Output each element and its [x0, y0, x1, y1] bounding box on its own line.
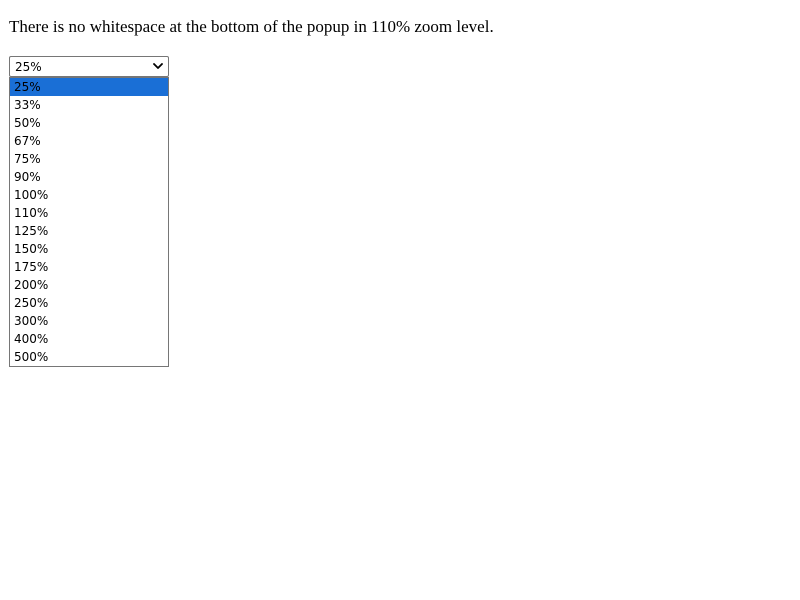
zoom-select-value: 25%: [15, 60, 42, 74]
page-heading: There is no whitespace at the bottom of …: [9, 17, 494, 36]
dropdown-option-300[interactable]: 300%: [10, 312, 168, 330]
dropdown-option-150[interactable]: 150%: [10, 240, 168, 258]
dropdown-option-100[interactable]: 100%: [10, 186, 168, 204]
dropdown-option-25[interactable]: 25%: [10, 78, 168, 96]
zoom-select[interactable]: 25%: [9, 56, 169, 77]
dropdown-option-67[interactable]: 67%: [10, 132, 168, 150]
dropdown-option-50[interactable]: 50%: [10, 114, 168, 132]
zoom-dropdown-list: 25% 33% 50% 67% 75% 90% 100% 110% 125% 1…: [9, 77, 169, 367]
dropdown-option-250[interactable]: 250%: [10, 294, 168, 312]
dropdown-option-200[interactable]: 200%: [10, 276, 168, 294]
dropdown-option-110[interactable]: 110%: [10, 204, 168, 222]
dropdown-option-75[interactable]: 75%: [10, 150, 168, 168]
dropdown-option-400[interactable]: 400%: [10, 330, 168, 348]
dropdown-option-90[interactable]: 90%: [10, 168, 168, 186]
dropdown-option-175[interactable]: 175%: [10, 258, 168, 276]
dropdown-option-33[interactable]: 33%: [10, 96, 168, 114]
dropdown-option-125[interactable]: 125%: [10, 222, 168, 240]
chevron-down-icon: [153, 63, 163, 69]
dropdown-option-500[interactable]: 500%: [10, 348, 168, 366]
